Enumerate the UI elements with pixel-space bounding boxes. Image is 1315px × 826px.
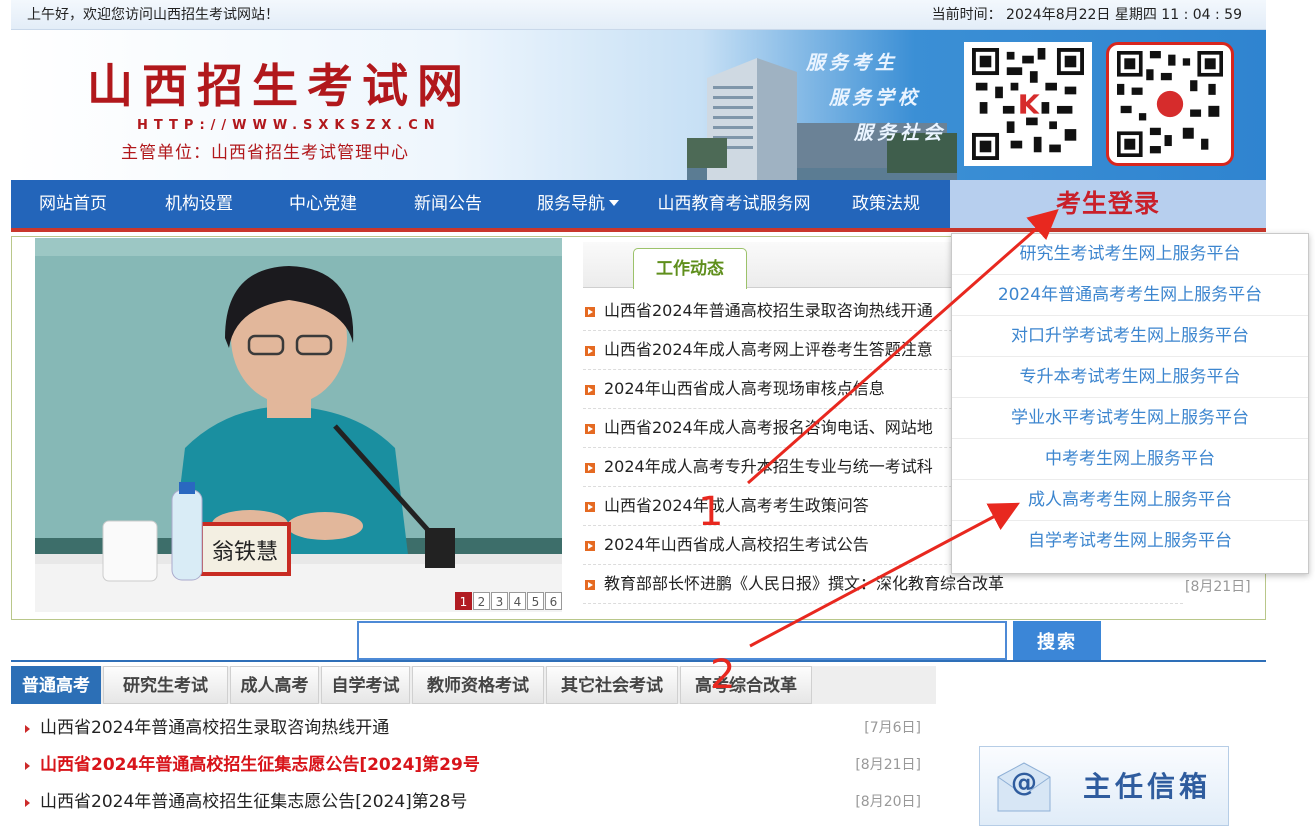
tab-work-news[interactable]: 工作动态	[633, 248, 747, 289]
search-input[interactable]	[357, 621, 1007, 660]
nav-exam-service-net[interactable]: 山西教育考试服务网	[643, 180, 825, 228]
mail-at-icon: @	[997, 762, 1051, 812]
news-item-date: [8月21日]	[1185, 579, 1251, 595]
pager-page-1[interactable]: 1	[455, 592, 472, 610]
news-item-title: 2024年山西省成人高校招生考试公告	[604, 535, 869, 554]
slogan-1: 服务考生	[806, 52, 899, 74]
slideshow-pager: 1 2 3 4 5 6	[455, 592, 562, 610]
triangle-bullet-icon	[25, 725, 30, 733]
nav-divider	[11, 228, 1266, 232]
nav-service-guide[interactable]: 服务导航	[513, 180, 643, 228]
arrow-bullet-icon	[585, 385, 595, 395]
gaokao-news-list: 山西省2024年普通高校招生录取咨询热线开通 [7月6日] 山西省2024年普通高…	[11, 710, 921, 821]
triangle-bullet-icon	[25, 799, 30, 807]
arrow-bullet-icon	[585, 307, 595, 317]
list-item-date: [8月21日]	[855, 757, 921, 773]
news-item-title: 山西省2024年普通高校招生录取咨询热线开通	[604, 301, 933, 320]
candidate-login-button[interactable]: 考生登录	[950, 180, 1266, 228]
svg-text:@: @	[1011, 768, 1037, 798]
menu-item-zhongkao[interactable]: 中考考生网上服务平台	[952, 439, 1308, 480]
greeting-text: 上午好，欢迎您访问山西招生考试网站！	[27, 7, 279, 23]
arrow-bullet-icon	[585, 502, 595, 512]
tab-adult-gaokao[interactable]: 成人高考	[230, 666, 319, 704]
arrow-bullet-icon	[585, 541, 595, 551]
speaker-photo: 翁铁慧	[35, 238, 562, 612]
site-banner: 山西招生考试网 HTTP://WWW.SXKSZX.CN 主管单位：山西省招生考…	[11, 30, 1266, 180]
arrow-bullet-icon	[585, 463, 595, 473]
menu-item-adult-gaokao[interactable]: 成人高考考生网上服务平台	[952, 480, 1308, 521]
nav-service-guide-label: 服务导航	[537, 194, 605, 214]
news-item-title: 山西省2024年成人高考考生政策问答	[604, 496, 869, 515]
list-item-date: [7月6日]	[864, 720, 921, 736]
slideshow-photo[interactable]: 翁铁慧	[35, 238, 562, 612]
supervising-unit: 主管单位：山西省招生考试管理中心	[121, 143, 409, 163]
nav-policy[interactable]: 政策法规	[825, 180, 947, 228]
search-divider	[11, 660, 1266, 662]
nav-party-building[interactable]: 中心党建	[263, 180, 383, 228]
tab-self-study[interactable]: 自学考试	[321, 666, 410, 704]
nav-home[interactable]: 网站首页	[11, 180, 135, 228]
qr-code-icon	[972, 48, 1084, 160]
nav-organization[interactable]: 机构设置	[135, 180, 263, 228]
tab-graduate[interactable]: 研究生考试	[103, 666, 228, 704]
arrow-bullet-icon	[585, 424, 595, 434]
exam-tabs: 普通高考 研究生考试 成人高考 自学考试 教师资格考试 其它社会考试 高考综合改…	[11, 666, 936, 704]
list-item[interactable]: 山西省2024年普通高校招生征集志愿公告[2024]第29号 [8月21日]	[11, 747, 921, 784]
menu-item-graduate-exam[interactable]: 研究生考试考生网上服务平台	[952, 234, 1308, 275]
tab-gaokao[interactable]: 普通高考	[11, 666, 101, 704]
pager-page-5[interactable]: 5	[527, 592, 544, 610]
pager-page-4[interactable]: 4	[509, 592, 526, 610]
tab-gaokao-reform[interactable]: 高考综合改革	[680, 666, 812, 704]
list-item-title: 山西省2024年普通高校招生征集志愿公告[2024]第29号	[40, 755, 480, 775]
news-item-title: 山西省2024年成人高考报名咨询电话、网站地	[604, 418, 933, 437]
list-item-title: 山西省2024年普通高校招生征集志愿公告[2024]第28号	[40, 792, 468, 812]
arrow-bullet-icon	[585, 580, 595, 590]
menu-item-academic-proficiency[interactable]: 学业水平考试考生网上服务平台	[952, 398, 1308, 439]
news-item-title: 2024年成人高考专升本招生专业与统一考试科	[604, 457, 933, 476]
qr-code-icon	[1117, 51, 1223, 157]
tab-other-exams[interactable]: 其它社会考试	[546, 666, 678, 704]
news-item-title: 2024年山西省成人高考现场审核点信息	[604, 379, 885, 398]
caret-down-icon	[609, 200, 619, 206]
site-url: HTTP://WWW.SXKSZX.CN	[137, 118, 441, 133]
news-item-title: 山西省2024年成人高考网上评卷考生答题注意	[604, 340, 933, 359]
qr-code-wechat	[964, 42, 1092, 166]
menu-item-self-study-exam[interactable]: 自学考试考生网上服务平台	[952, 521, 1308, 562]
top-bar: 上午好，欢迎您访问山西招生考试网站！ 当前时间： 2024年8月22日 星期四 …	[11, 0, 1266, 30]
main-nav: 网站首页 机构设置 中心党建 新闻公告 服务导航 山西教育考试服务网 政策法规 …	[11, 180, 1266, 228]
pager-page-2[interactable]: 2	[473, 592, 490, 610]
director-mailbox-label: 主任信箱	[1083, 770, 1212, 803]
list-item-title: 山西省2024年普通高校招生录取咨询热线开通	[40, 718, 390, 738]
qr-code-app	[1106, 42, 1234, 166]
slogan-3: 服务社会	[854, 122, 947, 144]
list-item-date: [8月20日]	[855, 794, 921, 810]
director-mailbox-link[interactable]: @ 主任信箱	[979, 746, 1229, 826]
list-item[interactable]: 山西省2024年普通高校招生录取咨询热线开通 [7月6日]	[11, 710, 921, 747]
menu-item-gaokao-2024[interactable]: 2024年普通高考考生网上服务平台	[952, 275, 1308, 316]
nameplate-text: 翁铁慧	[212, 540, 278, 565]
news-item-title: 教育部部长怀进鹏《人民日报》撰文：深化教育综合改革	[604, 574, 1005, 593]
arrow-bullet-icon	[585, 346, 595, 356]
triangle-bullet-icon	[25, 762, 30, 770]
nav-news[interactable]: 新闻公告	[383, 180, 513, 228]
current-time: 当前时间： 2024年8月22日 星期四 11 : 04 : 59	[931, 7, 1242, 23]
tab-teacher-cert[interactable]: 教师资格考试	[412, 666, 544, 704]
list-item[interactable]: 山西省2024年普通高校招生征集志愿公告[2024]第28号 [8月20日]	[11, 784, 921, 821]
site-logo-title[interactable]: 山西招生考试网	[87, 50, 472, 116]
menu-item-vocational-admission[interactable]: 对口升学考试考生网上服务平台	[952, 316, 1308, 357]
pager-page-6[interactable]: 6	[545, 592, 562, 610]
menu-item-upgrade-bachelor[interactable]: 专升本考试考生网上服务平台	[952, 357, 1308, 398]
slogan-2: 服务学校	[829, 87, 922, 109]
search-button[interactable]: 搜索	[1013, 621, 1101, 660]
pager-page-3[interactable]: 3	[491, 592, 508, 610]
login-dropdown-menu: 研究生考试考生网上服务平台 2024年普通高考考生网上服务平台 对口升学考试考生…	[951, 233, 1309, 574]
